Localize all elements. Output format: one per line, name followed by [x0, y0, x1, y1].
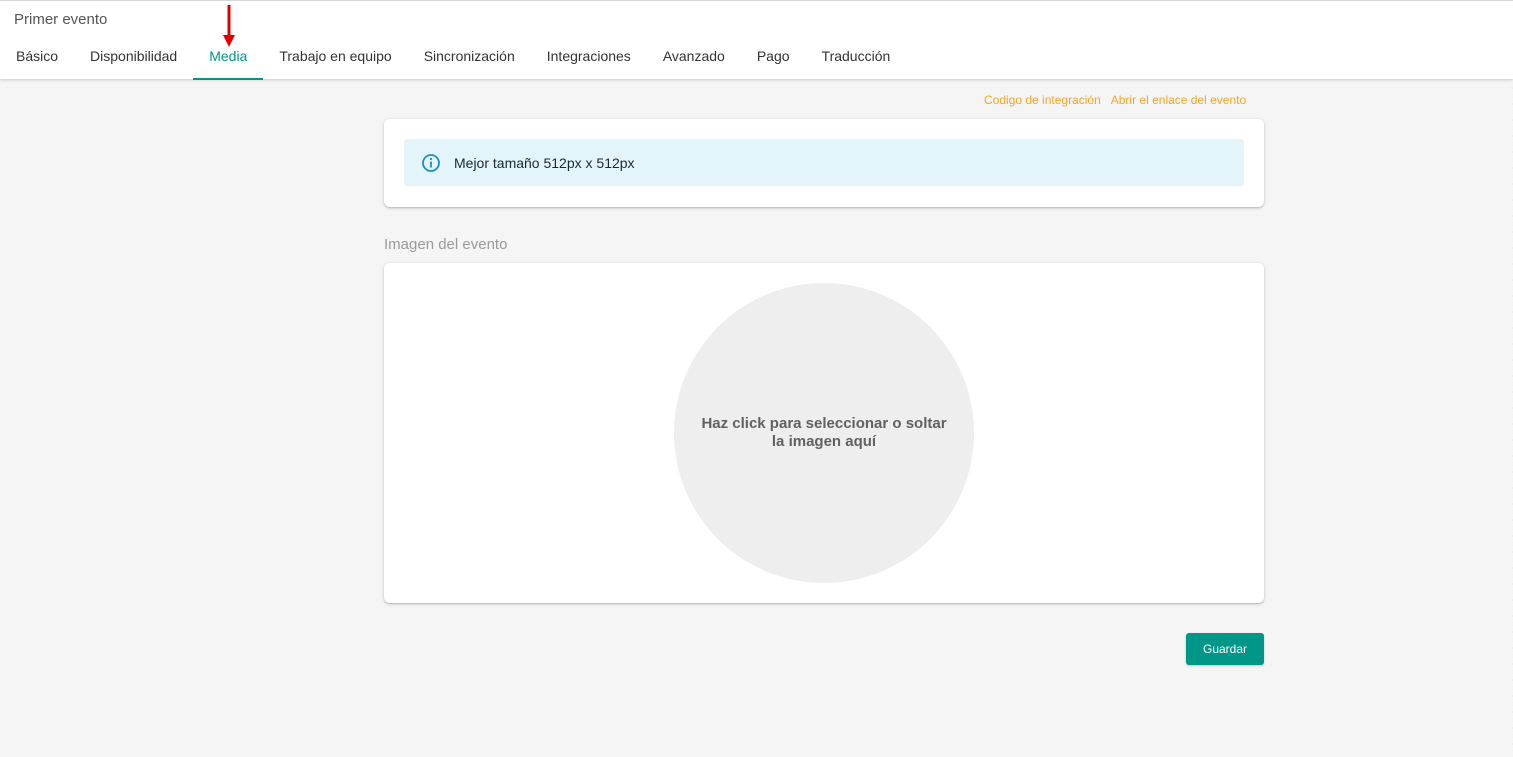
- dropzone-text: Haz click para seleccionar o soltar la i…: [701, 415, 947, 450]
- info-alert: Mejor tamaño 512px x 512px: [404, 139, 1244, 186]
- tab-bar: Básico Disponibilidad Media Trabajo en e…: [0, 35, 906, 80]
- image-dropzone[interactable]: Haz click para seleccionar o soltar la i…: [674, 283, 974, 583]
- top-header: Primer evento Básico Disponibilidad Medi…: [0, 0, 1513, 80]
- info-icon: [422, 153, 440, 172]
- page-title: Primer evento: [14, 11, 108, 28]
- integration-code-link[interactable]: Codigo de integración: [984, 93, 1101, 109]
- tab-avanzado[interactable]: Avanzado: [647, 35, 741, 80]
- tab-basico[interactable]: Básico: [0, 35, 74, 80]
- info-card: Mejor tamaño 512px x 512px: [384, 119, 1264, 207]
- top-links: Codigo de integración Abrir el enlace de…: [984, 93, 1246, 109]
- tab-traduccion[interactable]: Traducción: [806, 35, 907, 80]
- save-button[interactable]: Guardar: [1186, 633, 1264, 665]
- tab-integraciones[interactable]: Integraciones: [531, 35, 647, 80]
- tab-sincronizacion[interactable]: Sincronización: [408, 35, 531, 80]
- tab-trabajo-en-equipo[interactable]: Trabajo en equipo: [263, 35, 407, 80]
- open-event-link[interactable]: Abrir el enlace del evento: [1111, 93, 1246, 109]
- annotation-arrow-icon: [223, 5, 235, 47]
- tab-pago[interactable]: Pago: [741, 35, 806, 80]
- section-label-event-image: Imagen del evento: [384, 236, 508, 253]
- tab-disponibilidad[interactable]: Disponibilidad: [74, 35, 193, 80]
- info-text: Mejor tamaño 512px x 512px: [454, 154, 635, 171]
- image-card: Haz click para seleccionar o soltar la i…: [384, 263, 1264, 603]
